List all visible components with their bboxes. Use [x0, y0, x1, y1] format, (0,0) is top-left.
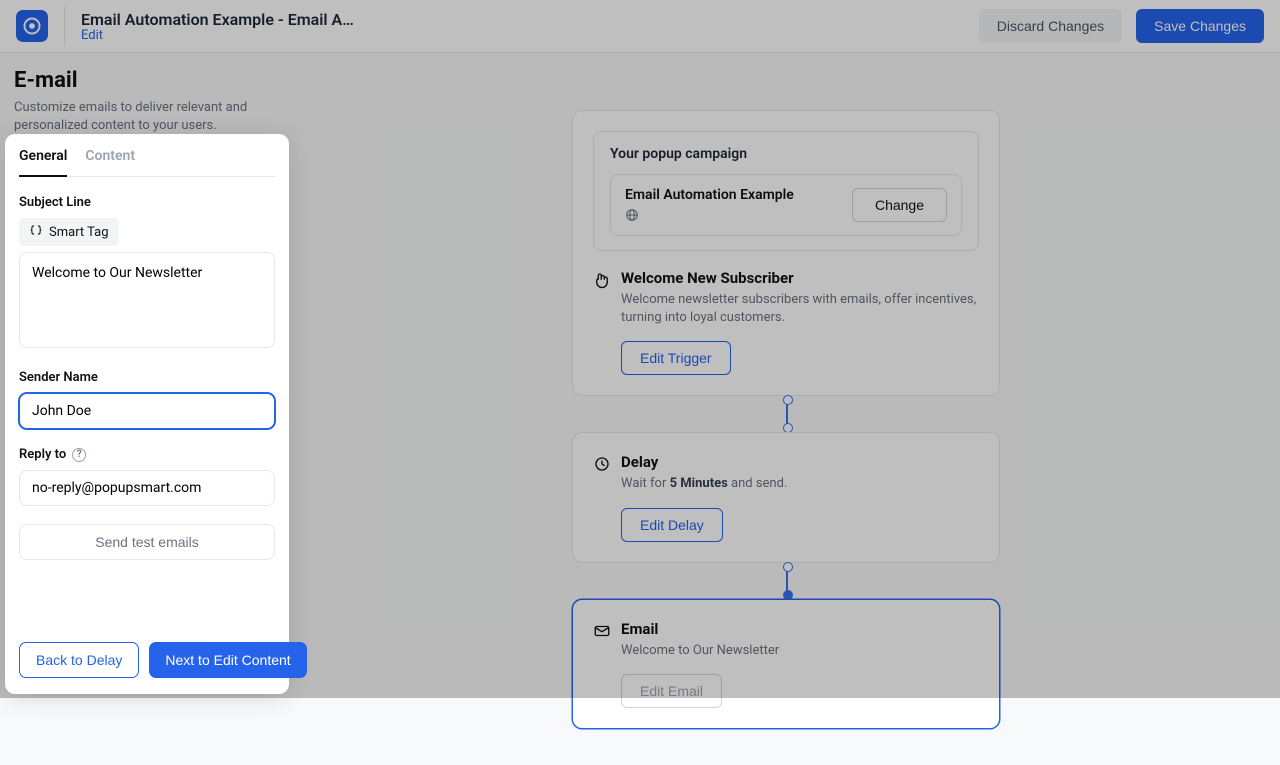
edit-email-button[interactable]: Edit Email — [621, 674, 722, 708]
change-campaign-button[interactable]: Change — [852, 188, 947, 222]
send-test-button[interactable]: Send test emails — [19, 524, 275, 560]
tab-content[interactable]: Content — [85, 148, 135, 176]
header-divider — [64, 6, 65, 46]
sender-label: Sender Name — [19, 370, 275, 385]
save-button[interactable]: Save Changes — [1136, 9, 1264, 43]
section-subtitle: Customize emails to deliver relevant and… — [14, 99, 264, 135]
back-to-delay-button[interactable]: Back to Delay — [19, 642, 139, 678]
connector-line — [786, 567, 788, 595]
page-title: Email Automation Example - Email A… — [81, 10, 979, 29]
mail-icon — [593, 622, 611, 640]
delay-title: Delay — [621, 453, 979, 471]
edit-trigger-button[interactable]: Edit Trigger — [621, 341, 731, 375]
next-to-content-button[interactable]: Next to Edit Content — [149, 642, 306, 678]
sender-name-input[interactable] — [19, 393, 275, 429]
edit-title-link[interactable]: Edit — [81, 28, 979, 43]
subject-input[interactable] — [19, 252, 275, 348]
trigger-title: Welcome New Subscriber — [621, 269, 979, 287]
clock-icon — [593, 455, 611, 473]
delay-card: Delay Wait for 5 Minutes and send. Edit … — [572, 432, 1000, 562]
smart-tag-label: Smart Tag — [49, 225, 109, 240]
replyto-label: Reply to — [19, 447, 66, 462]
replyto-input[interactable] — [19, 470, 275, 506]
globe-icon — [625, 207, 794, 223]
subject-label: Subject Line — [19, 195, 275, 210]
delay-desc: Wait for 5 Minutes and send. — [621, 475, 979, 493]
email-desc: Welcome to Our Newsletter — [621, 642, 979, 660]
smart-tag-button[interactable]: Smart Tag — [19, 218, 119, 246]
braces-icon — [29, 223, 43, 241]
delay-desc-value: 5 Minutes — [670, 476, 728, 491]
flow-canvas: Your popup campaign Email Automation Exa… — [572, 110, 1000, 765]
discard-button[interactable]: Discard Changes — [979, 9, 1122, 43]
delay-desc-pre: Wait for — [621, 476, 670, 491]
email-settings-panel: General Content Subject Line Smart Tag S… — [5, 134, 289, 694]
delay-desc-post: and send. — [728, 476, 788, 491]
help-icon[interactable]: ? — [72, 448, 86, 462]
connector-line — [786, 400, 788, 428]
section-title: E-mail — [14, 68, 264, 93]
campaign-card: Your popup campaign Email Automation Exa… — [572, 110, 1000, 396]
trigger-desc: Welcome newsletter subscribers with emai… — [621, 291, 979, 327]
edit-delay-button[interactable]: Edit Delay — [621, 508, 723, 542]
tab-general[interactable]: General — [19, 148, 67, 177]
email-card: Email Welcome to Our Newsletter Edit Ema… — [572, 599, 1000, 729]
campaign-label: Your popup campaign — [610, 146, 962, 162]
email-title: Email — [621, 620, 979, 638]
app-logo[interactable] — [16, 10, 48, 42]
campaign-name: Email Automation Example — [625, 187, 794, 203]
hand-icon — [593, 271, 611, 289]
